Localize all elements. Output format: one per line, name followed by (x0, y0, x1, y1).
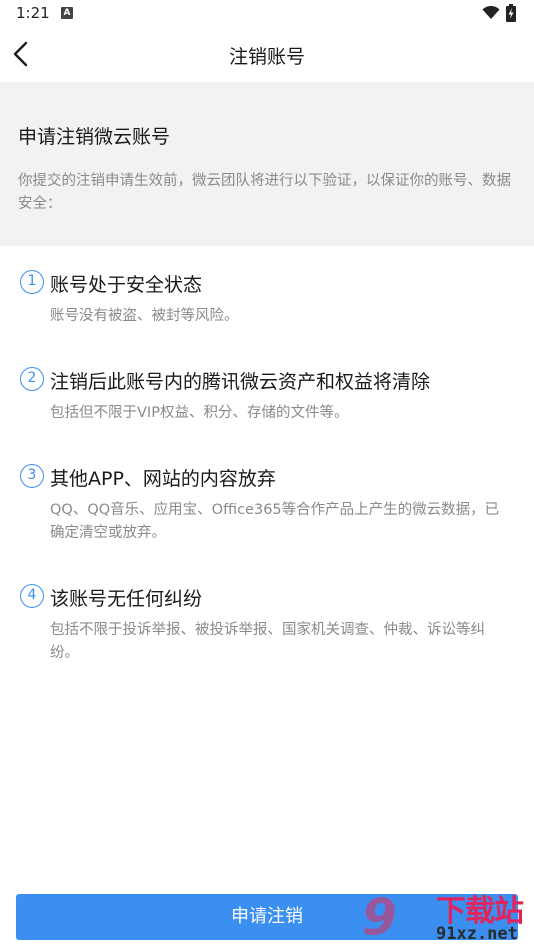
battery-charging-icon (506, 4, 516, 22)
status-bar: 1:21 A (0, 0, 534, 28)
item-title: 该账号无任何纠纷 (50, 588, 203, 610)
notification-a-icon: A (61, 7, 73, 19)
item-description: 包括但不限于VIP权益、积分、存储的文件等。 (50, 405, 349, 421)
item-description: 账号没有被盗、被封等风险。 (50, 308, 239, 324)
number-2-icon: 2 (20, 367, 44, 391)
watermark: 9 下载站 91xz.net (360, 884, 534, 950)
number-3-icon: 3 (20, 464, 44, 488)
item-description: 包括不限于投诉举报、被投诉举报、国家机关调查、仲裁、诉讼等纠纷。 (50, 622, 485, 661)
item-title: 账号处于安全状态 (50, 274, 203, 296)
item-title: 注销后此账号内的腾讯微云资产和权益将清除 (50, 371, 431, 393)
item-description: QQ、QQ音乐、应用宝、Office365等合作产品上产生的微云数据，已确定清空… (50, 502, 500, 541)
number-4-icon: 4 (20, 584, 44, 608)
watermark-url: 91xz.net (436, 924, 518, 944)
navigation-bar: 注销账号 (0, 28, 534, 82)
intro-title: 申请注销微云账号 (18, 126, 171, 148)
status-time: 1:21 (16, 4, 50, 22)
number-1-icon: 1 (20, 270, 44, 294)
intro-section: 申请注销微云账号 你提交的注销申请生效前，微云团队将进行以下验证，以保证你的账号… (0, 82, 534, 246)
page-title: 注销账号 (228, 46, 305, 68)
item-title: 其他APP、网站的内容放弃 (50, 468, 276, 490)
intro-description: 你提交的注销申请生效前，微云团队将进行以下验证，以保证你的账号、数据安全： (18, 173, 511, 212)
wifi-icon (482, 6, 500, 19)
watermark-logo: 9 (362, 888, 397, 946)
